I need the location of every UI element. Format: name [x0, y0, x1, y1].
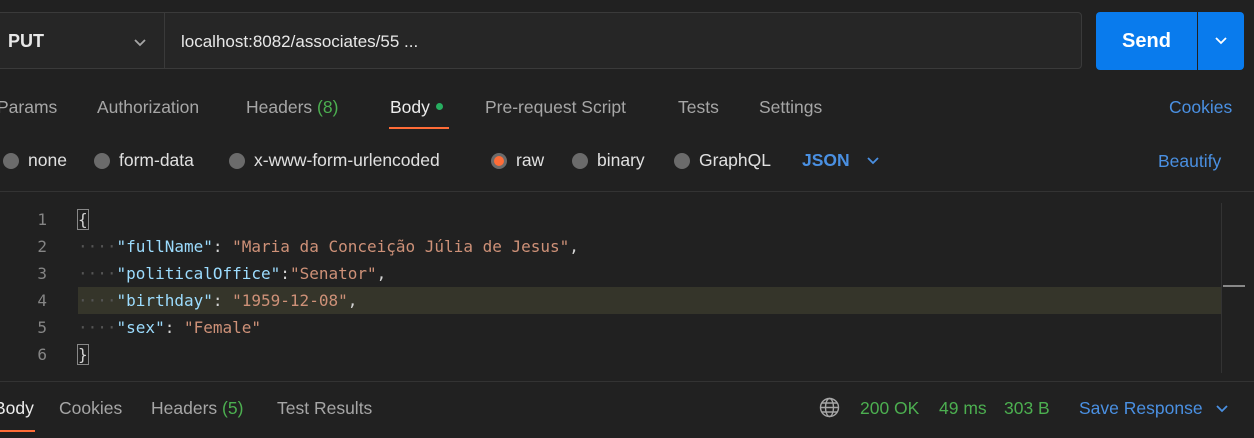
tab-body[interactable]: Body — [390, 97, 443, 118]
chevron-down-icon[interactable] — [133, 33, 147, 53]
radio-circle-icon — [674, 152, 690, 169]
radio-form-data[interactable]: form-data — [94, 150, 194, 171]
tab-settings[interactable]: Settings — [759, 97, 822, 118]
response-tab-test-results[interactable]: Test Results — [277, 398, 372, 419]
method-label: PUT — [8, 31, 44, 51]
radio-circle-icon — [229, 152, 245, 169]
send-options-button[interactable] — [1198, 12, 1244, 70]
code-line: ····"politicalOffice":"Senator", — [78, 264, 387, 283]
radio-circle-icon — [572, 152, 588, 169]
save-response-button[interactable]: Save Response — [1079, 398, 1229, 419]
code-line: { — [77, 209, 89, 230]
code-line: ····"sex": "Female" — [78, 318, 262, 337]
headers-count: (8) — [317, 97, 339, 117]
tab-pre-request-script[interactable]: Pre-request Script — [485, 97, 626, 118]
divider — [0, 381, 1254, 382]
code-line: ····"fullName": "Maria da Conceição Júli… — [78, 237, 579, 256]
chevron-down-icon — [866, 150, 880, 171]
line-number: 4 — [37, 291, 47, 310]
globe-icon[interactable] — [819, 397, 840, 423]
send-button[interactable]: Send — [1096, 12, 1197, 70]
status-dot-icon — [435, 102, 443, 110]
tab-params[interactable]: Params — [0, 97, 57, 118]
tab-authorization[interactable]: Authorization — [97, 97, 199, 118]
line-number: 6 — [37, 345, 47, 364]
line-number: 2 — [37, 237, 47, 256]
response-time[interactable]: 49 ms — [939, 398, 987, 419]
scrollbar-marker — [1223, 285, 1245, 287]
active-tab-indicator — [389, 127, 449, 129]
radio-x-www-form-urlencoded[interactable]: x-www-form-urlencoded — [229, 150, 440, 171]
response-tab-headers[interactable]: Headers (5) — [151, 398, 243, 419]
radio-none[interactable]: none — [3, 150, 67, 171]
cookies-link[interactable]: Cookies — [1169, 97, 1232, 118]
tab-headers[interactable]: Headers (8) — [246, 97, 338, 118]
response-size[interactable]: 303 B — [1004, 398, 1050, 419]
code-line: } — [77, 344, 89, 365]
headers-count: (5) — [222, 398, 244, 418]
radio-raw[interactable]: raw — [491, 150, 544, 171]
line-number: 5 — [37, 318, 47, 337]
active-tab-indicator — [0, 430, 35, 432]
radio-graphql[interactable]: GraphQL — [674, 150, 771, 171]
tab-tests[interactable]: Tests — [678, 97, 719, 118]
beautify-button[interactable]: Beautify — [1158, 151, 1221, 172]
url-text: localhost:8082/associates/55 ... — [181, 32, 419, 51]
radio-circle-icon — [94, 152, 110, 169]
radio-selected-icon — [491, 152, 507, 169]
response-tab-cookies[interactable]: Cookies — [59, 398, 122, 419]
chevron-down-icon — [1215, 398, 1229, 419]
editor-scrollbar[interactable] — [1221, 203, 1246, 373]
line-number: 1 — [37, 210, 47, 229]
line-number: 3 — [37, 264, 47, 283]
code-line: ····"birthday": "1959-12-08", — [78, 291, 358, 310]
response-tab-body[interactable]: Body — [0, 398, 34, 419]
status-code[interactable]: 200 OK — [860, 398, 919, 419]
chevron-down-icon — [1214, 31, 1228, 51]
radio-binary[interactable]: binary — [572, 150, 645, 171]
format-dropdown[interactable]: JSON — [802, 150, 880, 171]
divider — [0, 191, 1254, 192]
radio-circle-icon — [3, 152, 19, 169]
